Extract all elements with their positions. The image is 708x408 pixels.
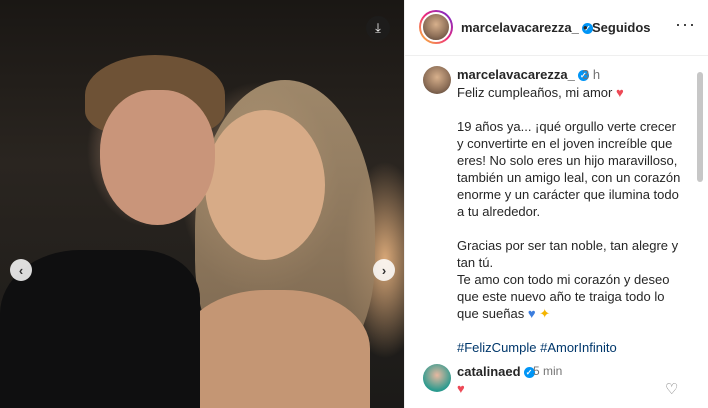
blue-heart-emoji: ♥ [527, 306, 536, 321]
hashtags[interactable]: #FelizCumple #AmorInfinito [457, 339, 683, 356]
comment-avatar[interactable] [423, 364, 451, 392]
comment-author[interactable]: catalinaed ✓ [457, 364, 535, 379]
post-time[interactable]: 3 h [582, 67, 600, 82]
following-button[interactable]: Seguidos [592, 20, 651, 35]
photo-dress [180, 290, 370, 408]
more-options-icon[interactable]: ··· [675, 14, 696, 35]
caption-gap [457, 101, 683, 118]
heart-outline-icon[interactable]: ♡ [665, 380, 678, 398]
photo-face-man [100, 90, 215, 225]
comment-author-text[interactable]: catalinaed [457, 364, 521, 379]
post-header: marcelavacarezza_ ✓ • Seguidos ··· [405, 0, 708, 56]
caption-gap [457, 220, 683, 237]
caption-author[interactable]: marcelavacarezza_ ✓ [457, 67, 589, 82]
heart-emoji: ♥ [615, 85, 624, 100]
story-ring[interactable] [419, 10, 453, 44]
download-icon[interactable]: ⤓ [366, 16, 390, 40]
avatar[interactable] [421, 12, 451, 42]
author-username[interactable]: marcelavacarezza_ ✓ [461, 20, 593, 35]
chevron-right-icon[interactable]: › [373, 259, 395, 281]
caption-gap [457, 322, 683, 339]
separator-dot: • [583, 20, 588, 35]
caption-line: Te amo con todo mi corazón y deseo que e… [457, 272, 670, 321]
caption-avatar[interactable] [423, 66, 451, 94]
author-name-text[interactable]: marcelavacarezza_ [461, 20, 579, 35]
chevron-left-icon[interactable]: ‹ [10, 259, 32, 281]
caption-line: Gracias por ser tan noble, tan alegre y … [457, 238, 679, 270]
caption-line: 19 años ya... ¡qué orgullo verte crecer … [457, 119, 681, 219]
post-sidebar: marcelavacarezza_ ✓ • Seguidos ··· marcel… [404, 0, 708, 408]
photo-face-woman [205, 110, 325, 260]
sparkles-emoji: ✦ [539, 306, 551, 321]
scrollbar[interactable] [697, 72, 703, 182]
post-caption: Feliz cumpleaños, mi amor ♥ 19 años ya..… [457, 84, 683, 356]
comment-time: 5 min [533, 364, 563, 378]
caption-author-text[interactable]: marcelavacarezza_ [457, 67, 575, 82]
comment-text: ♥ [457, 381, 465, 396]
caption-line: Feliz cumpleaños, mi amor ♥ [457, 85, 624, 100]
post-photo[interactable]: ⤓ ‹ › [0, 0, 404, 408]
